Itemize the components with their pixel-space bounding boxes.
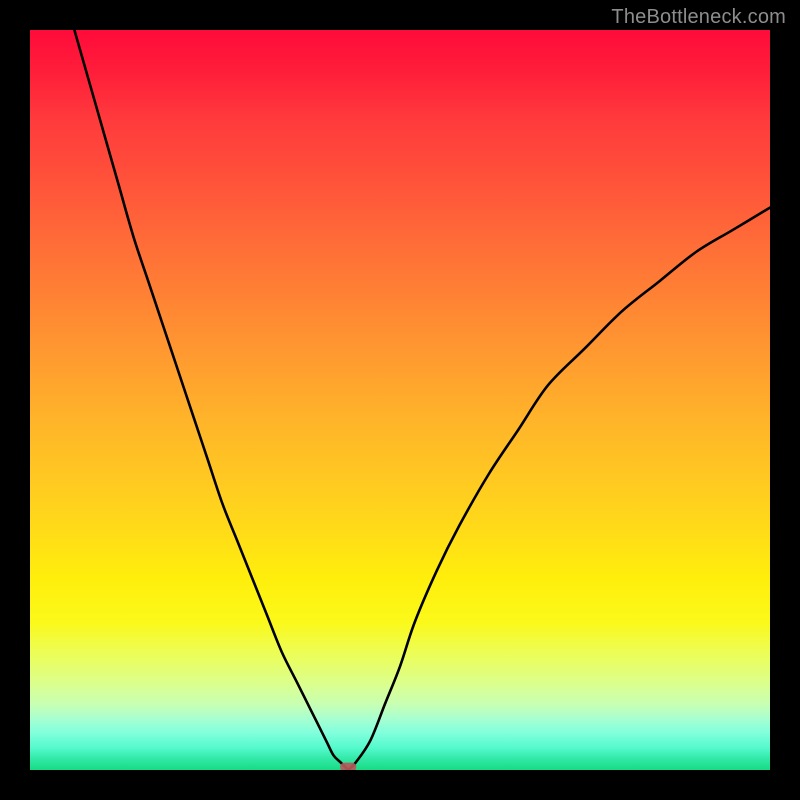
chart-frame: TheBottleneck.com xyxy=(0,0,800,800)
plot-area xyxy=(30,30,770,770)
curve-left-branch xyxy=(74,30,348,770)
watermark-text: TheBottleneck.com xyxy=(611,6,786,29)
minimum-marker xyxy=(340,763,356,770)
curve-layer xyxy=(30,30,770,770)
curve-right-branch xyxy=(348,208,770,770)
